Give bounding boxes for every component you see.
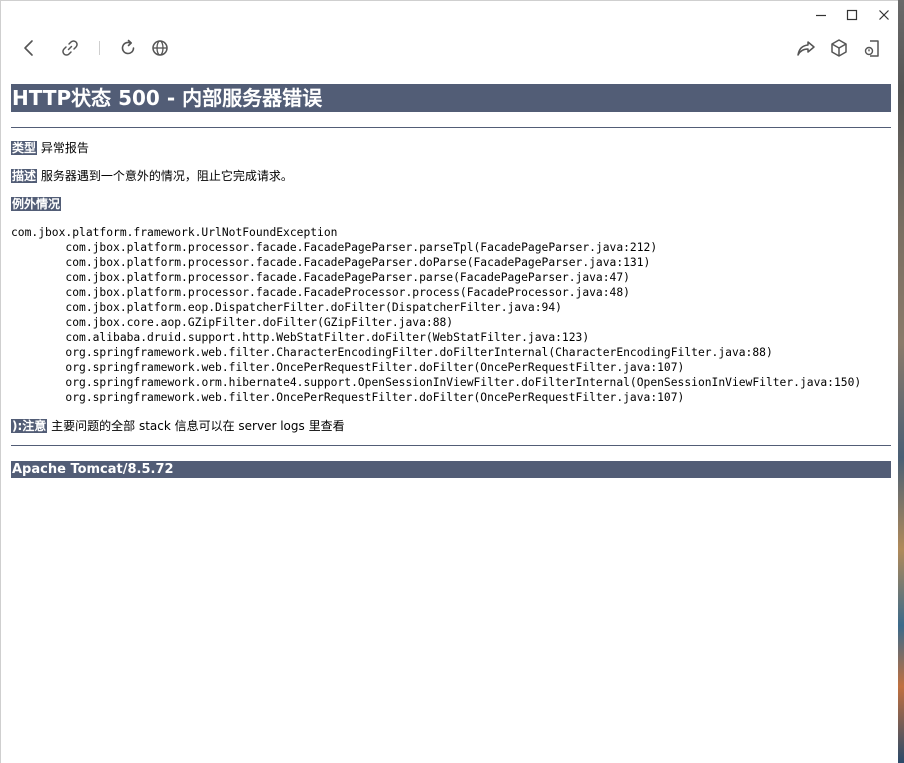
refresh-button[interactable] <box>117 37 139 59</box>
type-row: 类型 异常报告 <box>11 140 89 156</box>
cube-icon <box>831 39 847 57</box>
link-icon <box>62 40 78 56</box>
maximize-button[interactable] <box>836 5 868 25</box>
back-icon <box>24 40 33 56</box>
minimize-icon <box>816 14 826 17</box>
back-button[interactable] <box>18 37 40 59</box>
minimize-button[interactable] <box>805 5 837 25</box>
extensions-button[interactable] <box>828 37 850 59</box>
exit-icon <box>864 40 879 57</box>
description-value: 服务器遇到一个意外的情况，阻止它完成请求。 <box>40 169 293 183</box>
close-icon <box>879 10 889 20</box>
exception-label: 例外情况 <box>11 197 62 211</box>
share-button[interactable] <box>795 37 817 59</box>
open-in-browser-button[interactable] <box>149 37 171 59</box>
share-icon <box>797 41 815 56</box>
description-row: 描述 服务器遇到一个意外的情况，阻止它完成请求。 <box>11 168 293 184</box>
server-footer: Apache Tomcat/8.5.72 <box>11 461 891 478</box>
divider-top <box>11 127 891 128</box>
copy-link-button[interactable] <box>59 37 81 59</box>
globe-icon <box>152 40 168 56</box>
type-value: 异常报告 <box>40 141 89 155</box>
browser-window: HTTP状态 500 - 内部服务器错误 类型 异常报告 描述 服务器遇到一个意… <box>0 0 898 763</box>
stack-trace: com.jbox.platform.framework.UrlNotFoundE… <box>11 226 862 404</box>
maximize-icon <box>846 9 858 21</box>
type-label: 类型 <box>11 141 38 155</box>
error-page: HTTP状态 500 - 内部服务器错误 类型 异常报告 描述 服务器遇到一个意… <box>11 84 891 478</box>
toolbar-divider <box>99 41 100 55</box>
divider-bottom <box>11 445 891 446</box>
page-title: HTTP状态 500 - 内部服务器错误 <box>11 84 891 112</box>
note-value: 主要问题的全部 stack 信息可以在 server logs 里查看 <box>51 419 345 433</box>
close-button[interactable] <box>868 5 900 25</box>
exception-row: 例外情况 <box>11 196 62 212</box>
refresh-icon <box>121 39 135 55</box>
description-label: 描述 <box>11 169 38 183</box>
note-row: ):注意 主要问题的全部 stack 信息可以在 server logs 里查看 <box>11 418 345 434</box>
desktop-background-edge <box>898 0 904 763</box>
note-label: ):注意 <box>11 419 48 433</box>
exit-button[interactable] <box>861 37 883 59</box>
